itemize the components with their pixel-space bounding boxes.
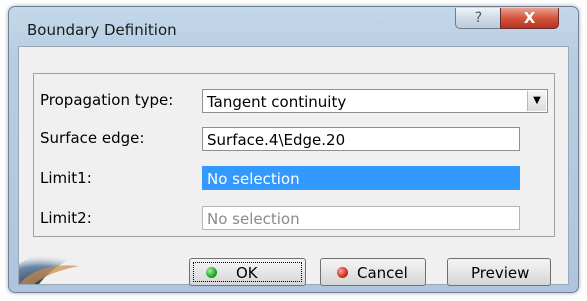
ok-status-icon xyxy=(206,267,217,278)
close-icon: X xyxy=(523,9,536,27)
cancel-button[interactable]: Cancel xyxy=(320,258,426,286)
propagation-type-value: Tangent continuity xyxy=(207,93,347,111)
preview-button-label: Preview xyxy=(471,264,530,282)
cancel-button-label: Cancel xyxy=(357,264,408,282)
ok-button[interactable]: OK xyxy=(189,258,306,286)
propagation-type-label: Propagation type: xyxy=(40,91,174,109)
boundary-parameters-group: Propagation type: Tangent continuity ▼ S… xyxy=(33,73,555,237)
propagation-type-select[interactable]: Tangent continuity ▼ xyxy=(202,89,548,113)
surface-edge-field[interactable]: Surface.4\Edge.20 xyxy=(202,127,520,151)
preview-button[interactable]: Preview xyxy=(447,258,551,286)
limit2-field[interactable]: No selection xyxy=(202,206,520,230)
surface-edge-label: Surface edge: xyxy=(40,129,145,147)
boundary-definition-dialog: Boundary Definition ? X Propagation type… xyxy=(8,6,579,293)
chevron-down-icon[interactable]: ▼ xyxy=(527,91,546,111)
limit2-label: Limit2: xyxy=(40,209,92,227)
help-icon: ? xyxy=(474,10,483,26)
cancel-status-icon xyxy=(337,267,348,278)
help-button[interactable]: ? xyxy=(455,8,502,29)
close-button[interactable]: X xyxy=(500,8,559,29)
dialog-body: Propagation type: Tangent continuity ▼ S… xyxy=(18,46,569,286)
dialog-title: Boundary Definition xyxy=(27,21,177,39)
limit1-field[interactable]: No selection xyxy=(202,166,520,190)
ok-button-label: OK xyxy=(236,264,258,282)
limit1-label: Limit1: xyxy=(40,169,92,187)
